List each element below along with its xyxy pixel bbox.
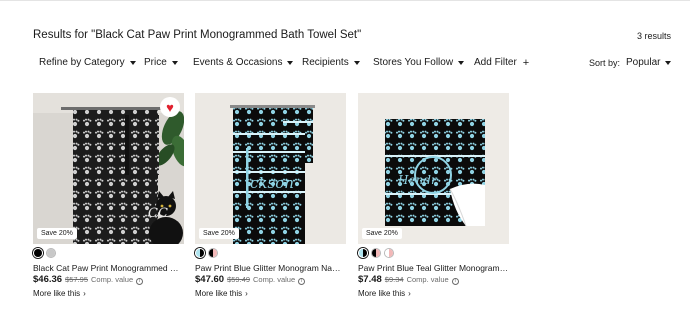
filter-label: Add Filter: [474, 57, 517, 68]
save-badge: Save 20%: [362, 228, 402, 239]
monogram-text: CC: [148, 206, 168, 221]
monogram-text: ckson: [250, 174, 294, 192]
product-image[interactable]: CC ♥ Save 20%: [33, 93, 184, 244]
original-price: $57.95: [65, 275, 89, 284]
filter-price[interactable]: Price: [144, 57, 178, 68]
price-row: $46.36 $57.95 Comp. value i: [33, 274, 144, 285]
comp-value-label: Comp. value: [406, 275, 449, 284]
towel-photo: Hendr: [358, 93, 509, 244]
top-divider: [0, 0, 690, 1]
more-like-this-link[interactable]: More like this ›: [33, 289, 86, 298]
product-image[interactable]: Hendr Save 20%: [358, 93, 509, 244]
more-like-this-link[interactable]: More like this ›: [195, 289, 248, 298]
filter-refine-by-category[interactable]: Refine by Category: [39, 57, 136, 68]
save-badge: Save 20%: [37, 228, 77, 239]
chevron-right-icon: ›: [408, 289, 411, 298]
monogram-text: Hendr: [397, 173, 438, 187]
results-title: Results for "Black Cat Paw Print Monogra…: [33, 29, 362, 41]
filter-label: Recipients: [302, 57, 349, 68]
color-swatches: [33, 248, 56, 260]
product-title[interactable]: Paw Print Blue Glitter Monogram Name Cus…: [195, 263, 346, 273]
info-icon[interactable]: i: [298, 278, 306, 285]
filter-recipients[interactable]: Recipients: [302, 57, 360, 68]
sort-dropdown[interactable]: Popular: [626, 57, 672, 68]
heart-icon: ♥: [166, 100, 174, 115]
caret-down-icon: [458, 60, 465, 65]
sort-by-label: Sort by:: [589, 58, 621, 68]
original-price: $59.49: [227, 275, 251, 284]
color-swatch[interactable]: [46, 248, 56, 258]
caret-down-icon: [353, 60, 360, 65]
more-like-this-label: More like this: [33, 289, 81, 298]
comp-value-label: Comp. value: [253, 275, 296, 284]
caret-down-icon: [129, 60, 136, 65]
sale-price: $7.48: [358, 274, 382, 285]
price-row: $47.60 $59.49 Comp. value i: [195, 274, 306, 285]
more-like-this-label: More like this: [358, 289, 406, 298]
results-count: 3 results: [636, 31, 671, 41]
color-swatch[interactable]: [33, 248, 43, 258]
filter-bar: Refine by Category Price Events & Occasi…: [33, 57, 673, 71]
price-row: $7.48 $9.34 Comp. value i: [358, 274, 459, 285]
sale-price: $46.36: [33, 274, 63, 285]
caret-down-icon: [287, 60, 294, 65]
chevron-right-icon: ›: [83, 289, 86, 298]
color-swatch[interactable]: [195, 248, 205, 258]
filter-label: Price: [144, 57, 167, 68]
color-swatch[interactable]: [371, 248, 381, 258]
sale-price: $47.60: [195, 274, 225, 285]
color-swatches: [358, 248, 394, 260]
more-like-this-link[interactable]: More like this ›: [358, 289, 411, 298]
color-swatch[interactable]: [384, 248, 394, 258]
save-badge: Save 20%: [199, 228, 239, 239]
filter-events-occasions[interactable]: Events & Occasions: [193, 57, 294, 68]
info-icon[interactable]: i: [451, 278, 459, 285]
caret-down-icon: [171, 60, 178, 65]
plus-icon: +: [522, 56, 530, 69]
more-like-this-label: More like this: [195, 289, 243, 298]
product-image[interactable]: ckson Save 20%: [195, 93, 346, 244]
color-swatches: [195, 248, 218, 260]
product-title[interactable]: Paw Print Blue Teal Glitter Monogram Cat…: [358, 263, 509, 273]
comp-value-label: Comp. value: [91, 275, 134, 284]
color-swatch[interactable]: [358, 248, 368, 258]
filter-label: Stores You Follow: [373, 57, 454, 68]
product-title[interactable]: Black Cat Paw Print Monogrammed Bath Tow…: [33, 263, 184, 273]
favorite-button[interactable]: ♥: [160, 97, 180, 117]
color-swatch[interactable]: [208, 248, 218, 258]
towel-photo: ckson: [195, 93, 346, 244]
caret-down-icon: [665, 60, 672, 65]
original-price: $9.34: [384, 275, 404, 284]
add-filter-button[interactable]: Add Filter +: [474, 57, 529, 68]
filter-label: Refine by Category: [39, 57, 125, 68]
towel-photo: CC: [33, 93, 184, 244]
info-icon[interactable]: i: [136, 278, 144, 285]
filter-label: Events & Occasions: [193, 57, 283, 68]
chevron-right-icon: ›: [245, 289, 248, 298]
sort-value: Popular: [626, 57, 661, 68]
filter-stores-you-follow[interactable]: Stores You Follow: [373, 57, 465, 68]
